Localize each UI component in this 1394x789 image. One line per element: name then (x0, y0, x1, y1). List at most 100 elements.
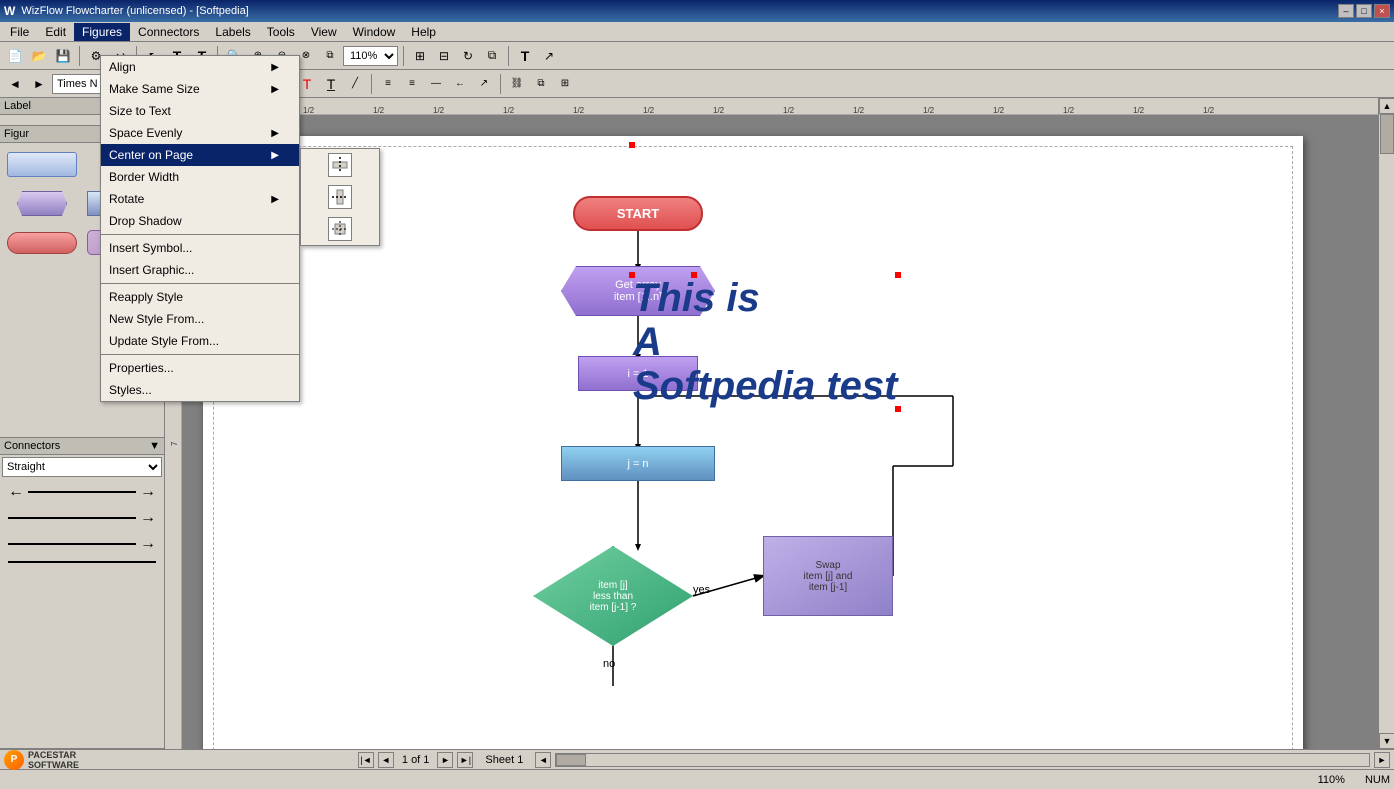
connectors-label: Connectors (4, 440, 60, 452)
scroll-track-v[interactable] (1379, 114, 1394, 733)
scroll-thumb-h[interactable] (556, 754, 586, 766)
ctx-space-evenly[interactable]: Space Evenly ▶ (101, 122, 299, 144)
menu-help[interactable]: Help (403, 23, 444, 41)
menu-file[interactable]: File (2, 23, 37, 41)
ctx-insert-graphic[interactable]: Insert Graphic... (101, 259, 299, 281)
ctx-insert-symbol[interactable]: Insert Symbol... (101, 237, 299, 259)
flowchart-start[interactable]: START (573, 196, 703, 231)
shape-rounded-rect[interactable] (4, 147, 80, 182)
center-v-svg (331, 188, 349, 206)
ctx-make-same-size[interactable]: Make Same Size ▶ (101, 78, 299, 100)
flowchart-decision[interactable]: item [j] less than item [j-1] ? (533, 546, 693, 646)
arrow-both-icon: ← (8, 483, 24, 501)
menu-connectors[interactable]: Connectors (130, 23, 207, 41)
ctx-center-on-page-label: Center on Page (109, 148, 193, 162)
close-button[interactable]: × (1374, 4, 1390, 18)
ctx-space-evenly-arrow: ▶ (271, 128, 279, 139)
nav-prev-button[interactable]: ◄ (378, 752, 394, 768)
nav-fwd[interactable]: ► (28, 73, 50, 95)
nav-first-button[interactable]: |◄ (358, 752, 374, 768)
ctx-new-style-from[interactable]: New Style From... (101, 308, 299, 330)
connector-line-only[interactable] (0, 557, 164, 567)
zoom-100-button[interactable]: ⧉ (319, 45, 341, 67)
menu-labels[interactable]: Labels (207, 23, 258, 41)
menu-view[interactable]: View (303, 23, 345, 41)
ctx-size-to-text[interactable]: Size to Text (101, 100, 299, 122)
connector-button[interactable]: ↗ (473, 73, 495, 95)
ctx-border-width[interactable]: Border Width (101, 166, 299, 188)
menu-tools[interactable]: Tools (259, 23, 303, 41)
ctx-align[interactable]: Align ▶ (101, 56, 299, 78)
flowchart-italic-text: This is A Softpedia test (633, 276, 897, 408)
status-right: 110% NUM (1318, 774, 1390, 786)
menu-window[interactable]: Window (345, 23, 404, 41)
ctx-center-on-page[interactable]: Center on Page ▶ (101, 144, 299, 166)
outdent-button[interactable]: — (425, 73, 447, 95)
more-button[interactable]: ⊞ (554, 73, 576, 95)
submenu-center-v[interactable] (301, 181, 379, 213)
nav-next-button[interactable]: ► (437, 752, 453, 768)
figures-label: Figur (4, 128, 29, 140)
scroll-down-button[interactable]: ▼ (1379, 733, 1394, 749)
copy-format-button[interactable]: ⧉ (530, 73, 552, 95)
connector-arrow-both[interactable]: ← → (0, 479, 164, 505)
menu-edit[interactable]: Edit (37, 23, 74, 41)
maximize-button[interactable]: □ (1356, 4, 1372, 18)
save-button[interactable]: 💾 (52, 45, 74, 67)
ctx-new-style-from-label: New Style From... (109, 312, 204, 326)
ctx-sep-2 (101, 283, 299, 284)
vertical-scrollbar[interactable]: ▲ ▼ (1378, 98, 1394, 749)
horizontal-ruler: 1/2 1/2 1/2 1/2 1/2 1/2 1/2 1/2 1/2 1/2 … (183, 98, 1394, 116)
ctx-reapply-style[interactable]: Reapply Style (101, 286, 299, 308)
open-button[interactable]: 📂 (28, 45, 50, 67)
submenu-center-h[interactable] (301, 149, 379, 181)
shape-oval[interactable] (4, 225, 80, 260)
highlight-button[interactable]: T̲ (320, 73, 342, 95)
center-h-svg (331, 156, 349, 174)
ctx-update-style-from[interactable]: Update Style From... (101, 330, 299, 352)
ctx-rotate[interactable]: Rotate ▶ (101, 188, 299, 210)
indent-button[interactable]: ≡ (401, 73, 423, 95)
link-button[interactable]: ⛓ (506, 73, 528, 95)
scroll-left-button[interactable]: ◄ (535, 752, 551, 768)
scrollbar-h[interactable] (555, 753, 1370, 767)
export-button[interactable]: ↗ (538, 45, 560, 67)
ctx-styles[interactable]: Styles... (101, 379, 299, 401)
nav-last-button[interactable]: ►| (457, 752, 473, 768)
text-format-button[interactable]: T (514, 45, 536, 67)
group-button[interactable]: ⧉ (481, 45, 503, 67)
scroll-up-button[interactable]: ▲ (1379, 98, 1394, 114)
ctx-properties[interactable]: Properties... (101, 357, 299, 379)
align-button[interactable]: ⊟ (433, 45, 455, 67)
svg-text:1/2: 1/2 (433, 106, 445, 115)
rotate-button[interactable]: ↻ (457, 45, 479, 67)
arrow-left-button[interactable]: ← (449, 73, 471, 95)
ctx-align-label: Align (109, 60, 136, 74)
submenu-center-both[interactable] (301, 213, 379, 245)
shape-hexagon[interactable] (4, 186, 80, 221)
shape-oval-visual (7, 232, 77, 254)
ctx-make-same-size-label: Make Same Size (109, 82, 200, 96)
line-style-button[interactable]: ╱ (344, 73, 366, 95)
scroll-right-button[interactable]: ► (1374, 752, 1390, 768)
italic-line1: This is (633, 276, 897, 320)
zoom-select[interactable]: 110% 100% 75% 150% (343, 46, 398, 66)
text-selection-area[interactable]: This is A Softpedia test (633, 276, 897, 408)
connector-dropdown-wrap: Straight Curved Orthogonal (0, 455, 164, 479)
numlock-status: NUM (1365, 774, 1390, 786)
connector-type-select[interactable]: Straight Curved Orthogonal (2, 457, 162, 477)
connector-arrow-right[interactable]: → (0, 505, 164, 531)
ctx-drop-shadow-label: Drop Shadow (109, 214, 182, 228)
line-spacing-button[interactable]: ≡ (377, 73, 399, 95)
nav-back[interactable]: ◄ (4, 73, 26, 95)
new-button[interactable]: 📄 (4, 45, 26, 67)
grid-button[interactable]: ⊞ (409, 45, 431, 67)
menu-figures[interactable]: Figures (74, 23, 130, 41)
flowchart-process3[interactable]: j = n (561, 446, 715, 481)
connector-arrow-right2[interactable]: → (0, 531, 164, 557)
scroll-thumb-v[interactable] (1380, 114, 1394, 154)
minimize-button[interactable]: – (1338, 4, 1354, 18)
ctx-drop-shadow[interactable]: Drop Shadow (101, 210, 299, 232)
handle-mr[interactable] (629, 142, 635, 148)
flowchart-swap[interactable]: Swap item [j] and item [j-1] (763, 536, 893, 616)
